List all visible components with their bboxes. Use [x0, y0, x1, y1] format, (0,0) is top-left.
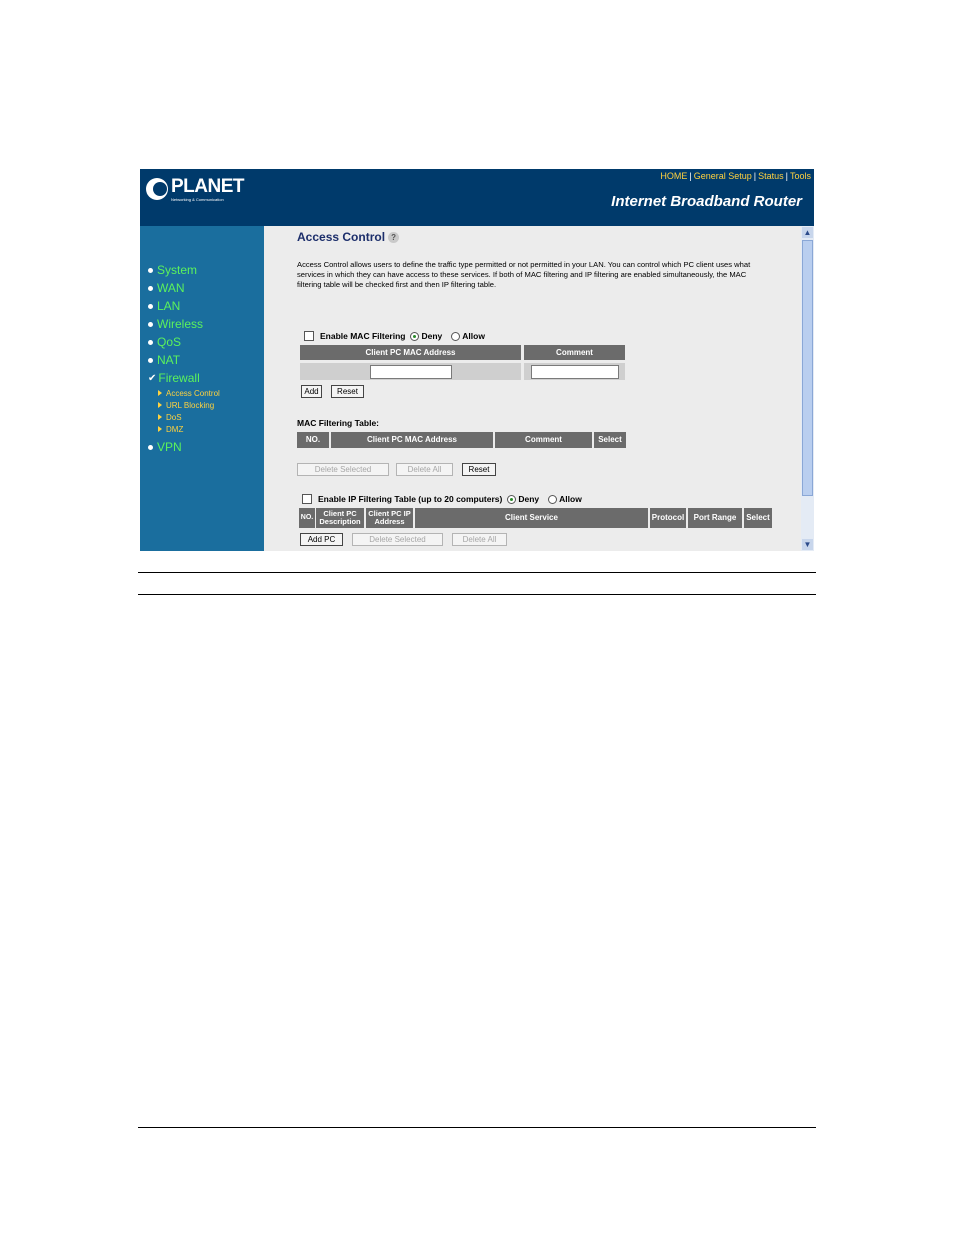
- brand-tagline: Networking & Communication: [171, 197, 224, 202]
- enable-mac-filtering-checkbox[interactable]: [304, 331, 314, 341]
- bullet-icon: [148, 267, 153, 273]
- mac-comment-input[interactable]: [531, 365, 619, 379]
- ip-deny-radio[interactable]: [507, 494, 517, 504]
- ip-table-col-description: Client PC Description: [316, 508, 364, 528]
- mac-filter-options: Enable MAC Filtering Deny Allow: [304, 331, 485, 341]
- mac-delete-all-button[interactable]: Delete All: [396, 463, 453, 476]
- enable-ip-filtering-label: Enable IP Filtering Table (up to 20 comp…: [318, 494, 503, 504]
- scroll-down-icon[interactable]: ▼: [802, 539, 813, 550]
- sidebar-subitem-access-control[interactable]: Access Control: [158, 387, 220, 399]
- ip-table-col-no: NO.: [299, 508, 315, 528]
- ip-delete-selected-button[interactable]: Delete Selected: [352, 533, 443, 546]
- mac-delete-selected-button[interactable]: Delete Selected: [297, 463, 389, 476]
- bullet-icon: [148, 444, 153, 450]
- sidebar-item-system[interactable]: System: [148, 261, 220, 279]
- link-status[interactable]: Status: [758, 171, 784, 181]
- firewall-submenu: Access Control URL Blocking DoS DMZ: [158, 387, 220, 435]
- scroll-up-icon[interactable]: ▲: [802, 227, 813, 238]
- ip-table-col-service: Client Service: [415, 508, 648, 528]
- nav-menu: System WAN LAN Wireless QoS NAT ✔ Firewal…: [148, 261, 220, 456]
- sidebar-item-wireless[interactable]: Wireless: [148, 315, 220, 333]
- help-icon[interactable]: ?: [388, 231, 400, 243]
- sidebar-subitem-url-blocking[interactable]: URL Blocking: [158, 399, 220, 411]
- sidebar-subitem-dos[interactable]: DoS: [158, 411, 220, 423]
- link-tools[interactable]: Tools: [790, 171, 811, 181]
- ip-delete-all-button[interactable]: Delete All: [452, 533, 507, 546]
- ip-table-col-select: Select: [744, 508, 772, 528]
- mac-allow-radio[interactable]: [451, 331, 461, 341]
- scroll-thumb[interactable]: [802, 240, 813, 496]
- mac-header-comment: Comment: [524, 345, 625, 360]
- arrow-right-icon: [158, 426, 162, 432]
- page-title: Access Control ?: [297, 230, 400, 244]
- planet-logo-icon: [146, 178, 168, 200]
- bullet-icon: [148, 357, 153, 363]
- ip-deny-label: Deny: [518, 494, 540, 504]
- mac-table-col-no: NO.: [297, 432, 329, 448]
- mac-table-reset-button[interactable]: Reset: [462, 463, 496, 476]
- mac-table-col-select: Select: [594, 432, 626, 448]
- mac-reset-button[interactable]: Reset: [331, 385, 364, 398]
- ip-table-col-ip-address: Client PC IP Address: [366, 508, 413, 528]
- divider-line: [138, 1127, 816, 1128]
- mac-table-col-comment: Comment: [495, 432, 592, 448]
- divider-line: [138, 594, 816, 595]
- bullet-icon: [148, 303, 153, 309]
- arrow-right-icon: [158, 390, 162, 396]
- ip-filter-options: Enable IP Filtering Table (up to 20 comp…: [302, 494, 582, 504]
- mac-table-title: MAC Filtering Table:: [297, 418, 380, 428]
- mac-deny-radio[interactable]: [410, 331, 420, 341]
- ip-table-col-port-range: Port Range: [688, 508, 742, 528]
- mac-allow-label: Allow: [462, 331, 485, 341]
- page-description: Access Control allows users to define th…: [297, 260, 751, 289]
- mac-table-col-address: Client PC MAC Address: [331, 432, 493, 448]
- link-home[interactable]: HOME: [660, 171, 687, 181]
- planet-logo: PLANET Networking & Communication: [146, 176, 245, 202]
- ip-allow-label: Allow: [559, 494, 582, 504]
- sidebar-item-firewall[interactable]: ✔ Firewall: [148, 369, 220, 387]
- ip-add-pc-button[interactable]: Add PC: [300, 533, 343, 546]
- bullet-icon: [148, 285, 153, 291]
- link-general-setup[interactable]: General Setup: [694, 171, 752, 181]
- mac-address-input[interactable]: [370, 365, 452, 379]
- sidebar-item-qos[interactable]: QoS: [148, 333, 220, 351]
- sidebar-item-wan[interactable]: WAN: [148, 279, 220, 297]
- ip-allow-radio[interactable]: [548, 494, 558, 504]
- top-links: HOME | General Setup | Status | Tools: [660, 171, 811, 181]
- sidebar-item-vpn[interactable]: VPN: [148, 438, 220, 456]
- arrow-right-icon: [158, 414, 162, 420]
- ip-table-col-protocol: Protocol: [650, 508, 686, 528]
- main-content: Access Control ? Access Control allows u…: [264, 226, 801, 551]
- mac-deny-label: Deny: [421, 331, 443, 341]
- mac-add-button[interactable]: Add: [301, 385, 322, 398]
- sidebar: System WAN LAN Wireless QoS NAT ✔ Firewal…: [140, 226, 264, 551]
- enable-mac-filtering-label: Enable MAC Filtering: [320, 331, 406, 341]
- check-icon: ✔: [148, 372, 157, 384]
- header: PLANET Networking & Communication HOME | G…: [140, 169, 814, 226]
- sidebar-item-lan[interactable]: LAN: [148, 297, 220, 315]
- brand-name: PLANET: [171, 176, 245, 197]
- arrow-right-icon: [158, 402, 162, 408]
- enable-ip-filtering-checkbox[interactable]: [302, 494, 312, 504]
- sidebar-subitem-dmz[interactable]: DMZ: [158, 423, 220, 435]
- product-title: Internet Broadband Router: [611, 193, 802, 210]
- sidebar-item-nat[interactable]: NAT: [148, 351, 220, 369]
- bullet-icon: [148, 339, 153, 345]
- bullet-icon: [148, 321, 153, 327]
- router-window: PLANET Networking & Communication HOME | G…: [140, 169, 814, 551]
- mac-header-address: Client PC MAC Address: [300, 345, 521, 360]
- vertical-scrollbar[interactable]: ▲ ▼: [801, 226, 814, 551]
- divider-line: [138, 572, 816, 573]
